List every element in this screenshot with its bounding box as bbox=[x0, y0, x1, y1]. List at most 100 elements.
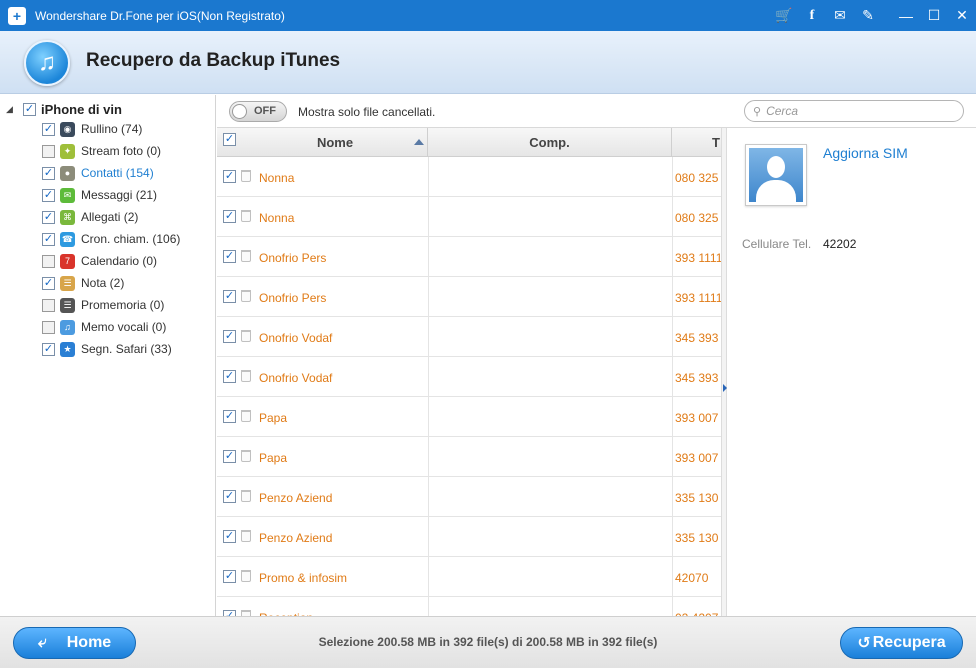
sidebar-item-label: Rullino (74) bbox=[81, 122, 143, 136]
cart-icon[interactable]: 🛒 bbox=[770, 0, 798, 31]
chat-icon[interactable]: ✉ bbox=[826, 0, 854, 31]
contacts-icon: ● bbox=[60, 165, 75, 181]
sidebar-item-label: Allegati (2) bbox=[81, 210, 139, 224]
row-checkbox[interactable]: ✓ bbox=[223, 170, 236, 183]
phone-field-value: 42202 bbox=[823, 237, 857, 251]
column-header-tel[interactable]: T bbox=[672, 128, 721, 157]
table-row[interactable]: ✓ Papa 393 007 bbox=[217, 397, 721, 437]
row-tel: 42070 bbox=[675, 571, 709, 585]
facebook-icon[interactable]: f bbox=[798, 0, 826, 31]
column-divider bbox=[672, 437, 673, 477]
trash-icon bbox=[241, 570, 251, 582]
sidebar-item[interactable]: ✓ ☎ Cron. chiam. (106) bbox=[42, 228, 180, 250]
table-row[interactable]: ✓ Onofrio Vodaf 345 393 bbox=[217, 317, 721, 357]
search-box[interactable]: ⚲ bbox=[744, 100, 964, 122]
search-input[interactable] bbox=[766, 104, 947, 118]
row-checkbox[interactable]: ✓ bbox=[223, 370, 236, 383]
sidebar-item[interactable]: ✓ ♫ Memo vocali (0) bbox=[42, 316, 166, 338]
column-divider bbox=[428, 437, 429, 477]
sidebar-item[interactable]: ✓ ★ Segn. Safari (33) bbox=[42, 338, 172, 360]
calendar-icon: 7 bbox=[60, 253, 75, 269]
sidebar-item-checkbox[interactable]: ✓ bbox=[42, 320, 55, 334]
table-row[interactable]: ✓ Penzo Aziend 335 130 bbox=[217, 477, 721, 517]
filter-toolbar: OFF Mostra solo file cancellati. ⚲ bbox=[217, 95, 976, 128]
trash-icon bbox=[241, 290, 251, 302]
avatar-silhouette-icon bbox=[749, 148, 803, 202]
sidebar-item[interactable]: ✓ ✦ Stream foto (0) bbox=[42, 140, 161, 162]
row-tel: 080 325 bbox=[675, 171, 719, 185]
trash-icon bbox=[241, 250, 251, 262]
maximize-icon[interactable]: ☐ bbox=[920, 0, 948, 31]
column-divider bbox=[428, 597, 429, 616]
column-name-label: Nome bbox=[316, 135, 354, 150]
table-row[interactable]: ✓ Onofrio Pers 393 1111 bbox=[217, 277, 721, 317]
sidebar-item[interactable]: ✓ 7 Calendario (0) bbox=[42, 250, 157, 272]
row-checkbox[interactable]: ✓ bbox=[223, 250, 236, 263]
row-checkbox[interactable]: ✓ bbox=[223, 210, 236, 223]
sidebar-item-label: Promemoria (0) bbox=[81, 298, 165, 312]
collapse-triangle-icon[interactable]: ◢ bbox=[6, 104, 20, 115]
table-row[interactable]: ✓Reception02 4207 bbox=[217, 597, 721, 616]
table-row[interactable]: ✓ Penzo Aziend 335 130 bbox=[217, 517, 721, 557]
row-checkbox[interactable]: ✓ bbox=[223, 570, 236, 583]
sidebar-item-checkbox[interactable]: ✓ bbox=[42, 254, 55, 268]
contacts-table: ✓ Nome Comp. T ✓ Nonna 080 325 ✓ Nonna 080 32… bbox=[217, 128, 721, 616]
row-name: Onofrio Pers bbox=[259, 291, 327, 305]
column-header-company[interactable]: Comp. bbox=[428, 128, 672, 157]
close-icon[interactable]: ✕ bbox=[948, 0, 976, 31]
feedback-icon[interactable]: ✎ bbox=[854, 0, 882, 31]
sidebar-item-checkbox[interactable]: ✓ bbox=[42, 188, 55, 202]
sidebar: ◢ ✓ iPhone di vin ✓ ◉ Rullino (74) ✓ ✦ Stream… bbox=[0, 95, 216, 616]
trash-icon bbox=[241, 210, 251, 222]
sidebar-item-checkbox[interactable]: ✓ bbox=[42, 342, 55, 356]
trash-icon bbox=[241, 170, 251, 182]
column-divider bbox=[672, 517, 673, 557]
row-checkbox[interactable]: ✓ bbox=[223, 530, 236, 543]
sidebar-item[interactable]: ✓ ✉ Messaggi (21) bbox=[42, 184, 157, 206]
column-divider bbox=[428, 397, 429, 437]
sidebar-item-label: Messaggi (21) bbox=[81, 188, 158, 202]
sidebar-item-checkbox[interactable]: ✓ bbox=[42, 298, 55, 312]
header: ♫ Recupero da Backup iTunes bbox=[0, 31, 976, 94]
row-checkbox[interactable]: ✓ bbox=[223, 410, 236, 423]
search-icon: ⚲ bbox=[753, 105, 762, 118]
sidebar-item-checkbox[interactable]: ✓ bbox=[42, 210, 55, 224]
device-label: iPhone di vin bbox=[41, 101, 122, 117]
row-checkbox[interactable]: ✓ bbox=[223, 330, 236, 343]
table-row[interactable]: ✓ Promo & infosim 42070 bbox=[217, 557, 721, 597]
column-divider bbox=[428, 557, 429, 597]
row-tel: 080 325 bbox=[675, 211, 719, 225]
sidebar-item[interactable]: ✓ ● Contatti (154) bbox=[42, 162, 154, 184]
row-name: Nonna bbox=[259, 211, 295, 225]
sidebar-item-checkbox[interactable]: ✓ bbox=[42, 276, 55, 290]
column-divider bbox=[428, 157, 429, 197]
call-history-icon: ☎ bbox=[60, 231, 75, 247]
table-row[interactable]: ✓ Papa 393 007 bbox=[217, 437, 721, 477]
title-bar-actions: 🛒 f ✉ ✎ — ☐ ✕ bbox=[770, 0, 976, 31]
row-checkbox[interactable]: ✓ bbox=[223, 290, 236, 303]
row-checkbox[interactable]: ✓ bbox=[223, 490, 236, 503]
sidebar-item[interactable]: ✓ ☰ Nota (2) bbox=[42, 272, 124, 294]
device-checkbox[interactable]: ✓ bbox=[23, 102, 36, 116]
table-row[interactable]: ✓ Onofrio Pers 393 1111 bbox=[217, 237, 721, 277]
sidebar-item-checkbox[interactable]: ✓ bbox=[42, 144, 55, 158]
table-row[interactable]: ✓ Nonna 080 325 bbox=[217, 157, 721, 197]
recover-button[interactable]: ↺ Recupera bbox=[840, 627, 963, 659]
table-row[interactable]: ✓ Onofrio Vodaf 345 393 bbox=[217, 357, 721, 397]
sidebar-item-checkbox[interactable]: ✓ bbox=[42, 122, 55, 136]
column-divider bbox=[672, 157, 673, 197]
page-title: Recupero da Backup iTunes bbox=[86, 50, 341, 71]
sidebar-item[interactable]: ✓ ◉ Rullino (74) bbox=[42, 118, 142, 140]
column-header-name[interactable]: Nome bbox=[243, 128, 428, 157]
row-checkbox[interactable]: ✓ bbox=[223, 450, 236, 463]
sidebar-item-checkbox[interactable]: ✓ bbox=[42, 166, 55, 180]
minimize-icon[interactable]: — bbox=[892, 0, 920, 31]
device-tree-root[interactable]: ◢ ✓ iPhone di vin bbox=[6, 99, 122, 119]
deleted-only-toggle[interactable]: OFF bbox=[229, 101, 287, 122]
table-row[interactable]: ✓ Nonna 080 325 bbox=[217, 197, 721, 237]
deleted-only-label: Mostra solo file cancellati. bbox=[298, 105, 436, 119]
sidebar-item[interactable]: ✓ ☰ Promemoria (0) bbox=[42, 294, 164, 316]
sidebar-item-checkbox[interactable]: ✓ bbox=[42, 232, 55, 246]
select-all-checkbox[interactable]: ✓ bbox=[223, 133, 236, 146]
sidebar-item[interactable]: ✓ ⌘ Allegati (2) bbox=[42, 206, 138, 228]
